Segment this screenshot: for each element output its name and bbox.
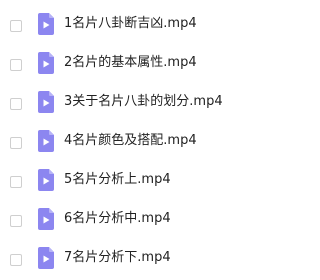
video-file-icon [38, 208, 54, 230]
file-name[interactable]: 1名片八卦断吉凶.mp4 [64, 15, 197, 33]
file-checkbox[interactable] [10, 98, 22, 110]
file-checkbox[interactable] [10, 137, 22, 149]
video-file-icon [38, 91, 54, 113]
list-item[interactable]: 4名片颜色及搭配.mp4 [0, 129, 246, 159]
file-checkbox[interactable] [10, 20, 22, 32]
list-item[interactable]: 5名片分析上.mp4 [0, 168, 246, 198]
file-checkbox[interactable] [10, 254, 22, 266]
file-name[interactable]: 2名片的基本属性.mp4 [64, 54, 197, 72]
list-item[interactable]: 6名片分析中.mp4 [0, 207, 246, 237]
file-checkbox[interactable] [10, 59, 22, 71]
file-name[interactable]: 6名片分析中.mp4 [64, 210, 171, 228]
file-checkbox[interactable] [10, 215, 22, 227]
list-item[interactable]: 7名片分析下.mp4 [0, 246, 246, 276]
file-name[interactable]: 3关于名片八卦的划分.mp4 [64, 93, 223, 111]
list-item[interactable]: 3关于名片八卦的划分.mp4 [0, 90, 246, 120]
file-checkbox[interactable] [10, 176, 22, 188]
file-name[interactable]: 7名片分析下.mp4 [64, 249, 171, 267]
video-file-icon [38, 169, 54, 191]
video-file-icon [38, 13, 54, 35]
video-file-icon [38, 130, 54, 152]
file-name[interactable]: 5名片分析上.mp4 [64, 171, 171, 189]
video-file-icon [38, 247, 54, 269]
video-file-icon [38, 52, 54, 74]
list-item[interactable]: 2名片的基本属性.mp4 [0, 51, 246, 81]
file-list: 1名片八卦断吉凶.mp4 2名片的基本属性.mp4 3关于名片八卦的划分.mp4… [0, 0, 246, 280]
file-name[interactable]: 4名片颜色及搭配.mp4 [64, 132, 197, 150]
list-item[interactable]: 1名片八卦断吉凶.mp4 [0, 12, 246, 42]
